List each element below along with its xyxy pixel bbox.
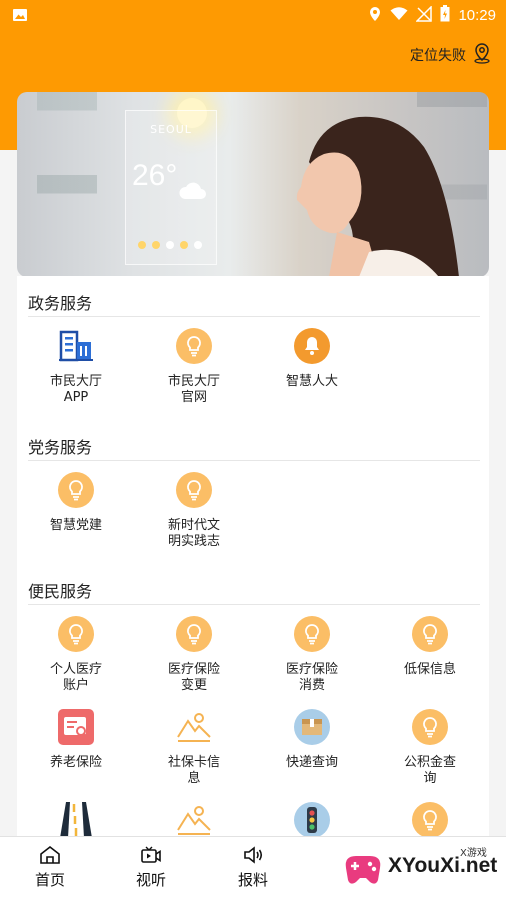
service-label-line: 个人医疗	[49, 662, 102, 677]
bulb-icon	[176, 328, 212, 364]
divider	[28, 604, 480, 605]
status-time: 10:29	[458, 7, 496, 24]
service-item-insurance-change[interactable]: 医疗保险 变更	[135, 616, 253, 694]
service-item-insurance-consume[interactable]: 医疗保险 消费	[253, 616, 371, 694]
service-item-smart-party[interactable]: 智慧党建	[17, 472, 135, 534]
bulb-icon	[176, 616, 212, 652]
service-label-line: 账户	[62, 678, 89, 693]
service-label-line: 公积金查	[403, 755, 456, 770]
speaker-icon	[244, 846, 263, 864]
landscape-icon	[176, 709, 212, 745]
location-status-icon	[368, 6, 382, 26]
service-item-traffic[interactable]	[253, 802, 371, 838]
service-label-line: 社保卡信	[167, 755, 220, 770]
service-item-smart-congress[interactable]: 智慧人大	[253, 328, 371, 390]
service-item-social-card[interactable]: 社保卡信 息	[135, 709, 253, 787]
home-icon	[40, 845, 60, 864]
section-title-citizen: 便民服务	[28, 582, 93, 601]
status-bar: 10:29	[0, 0, 506, 30]
service-label-line: 变更	[180, 678, 207, 693]
service-item-landscape[interactable]	[135, 802, 253, 838]
location-text: 定位失败	[410, 48, 466, 64]
weather-city: SEOUL	[150, 123, 192, 136]
gamepad-logo-icon	[345, 856, 381, 884]
service-label-line: 医疗保险	[167, 662, 220, 677]
service-item-citizen-app[interactable]: 市民大厅 APP	[17, 328, 135, 406]
bulb-icon	[412, 616, 448, 652]
service-label-line: 智慧人大	[285, 374, 338, 389]
service-item-medical-account[interactable]: 个人医疗 账户	[17, 616, 135, 694]
service-label-line: 智慧党建	[49, 518, 102, 533]
signal-icon	[415, 4, 433, 26]
service-item-pension[interactable]: 养老保险	[17, 709, 135, 771]
service-label-line: 低保信息	[403, 662, 456, 677]
nav-report[interactable]: 报料	[218, 845, 288, 890]
woman-photo	[296, 116, 459, 277]
service-label-line: 息	[187, 771, 201, 786]
service-label-line: 市民大厅	[167, 374, 220, 389]
nav-home[interactable]: 首页	[15, 845, 85, 890]
bulb-icon	[412, 802, 448, 838]
battery-icon	[440, 5, 450, 26]
weather-temp: 26°	[132, 159, 178, 192]
video-icon	[141, 846, 161, 863]
bulb-icon	[58, 616, 94, 652]
divider	[28, 460, 480, 461]
wifi-icon	[390, 6, 408, 25]
service-item-express[interactable]: 快递查询	[253, 709, 371, 771]
service-item-road[interactable]	[17, 802, 135, 838]
forecast-strip	[138, 241, 202, 249]
nav-label: 视听	[135, 871, 166, 889]
location-button[interactable]: 定位失败	[410, 42, 492, 68]
document-search-icon	[58, 709, 94, 745]
service-item-low-income[interactable]: 低保信息	[371, 616, 489, 678]
traffic-light-icon	[294, 802, 330, 838]
services-card: 政务服务 市民大厅 APP 市民大厅 官网 智慧人大 党务服务 智慧党建 新时代…	[17, 276, 489, 838]
service-label-line: 询	[423, 771, 437, 786]
service-item-more[interactable]	[371, 802, 489, 838]
landscape-icon	[176, 802, 212, 838]
bulb-icon	[58, 472, 94, 508]
map-pin-icon	[472, 42, 492, 68]
bulb-icon	[412, 709, 448, 745]
section-title-gov: 政务服务	[28, 294, 93, 313]
nav-label: 报料	[237, 871, 268, 889]
cloud-icon	[179, 182, 206, 199]
building-icon	[58, 328, 94, 364]
package-icon	[294, 709, 330, 745]
service-label-line: 新时代文	[167, 518, 220, 533]
watermark-brand: XYouXi.net	[388, 854, 498, 877]
weather-widget: SEOUL 26°	[125, 110, 217, 265]
bell-icon	[294, 328, 330, 364]
bulb-icon	[176, 472, 212, 508]
service-item-housing-fund[interactable]: 公积金查 询	[371, 709, 489, 787]
section-title-party: 党务服务	[28, 438, 93, 457]
banner-image[interactable]: SEOUL 26°	[17, 92, 489, 277]
divider	[28, 316, 480, 317]
service-label-line: 消费	[298, 678, 325, 693]
service-item-civilization[interactable]: 新时代文 明实践志	[135, 472, 253, 550]
bulb-icon	[294, 616, 330, 652]
road-icon	[58, 802, 94, 838]
nav-label: 首页	[34, 871, 65, 889]
service-label-line: 快递查询	[285, 755, 338, 770]
image-icon	[12, 7, 28, 27]
service-label-line: 市民大厅	[49, 374, 102, 389]
service-label-line: 明实践志	[167, 534, 220, 549]
service-label-line: 养老保险	[49, 755, 102, 770]
service-label-line: 官网	[180, 390, 207, 405]
service-label-line: 医疗保险	[285, 662, 338, 677]
watermark: X游戏 XYouXi.net	[336, 838, 506, 900]
nav-video[interactable]: 视听	[116, 845, 186, 890]
service-item-citizen-web[interactable]: 市民大厅 官网	[135, 328, 253, 406]
service-label-line: APP	[63, 390, 89, 405]
